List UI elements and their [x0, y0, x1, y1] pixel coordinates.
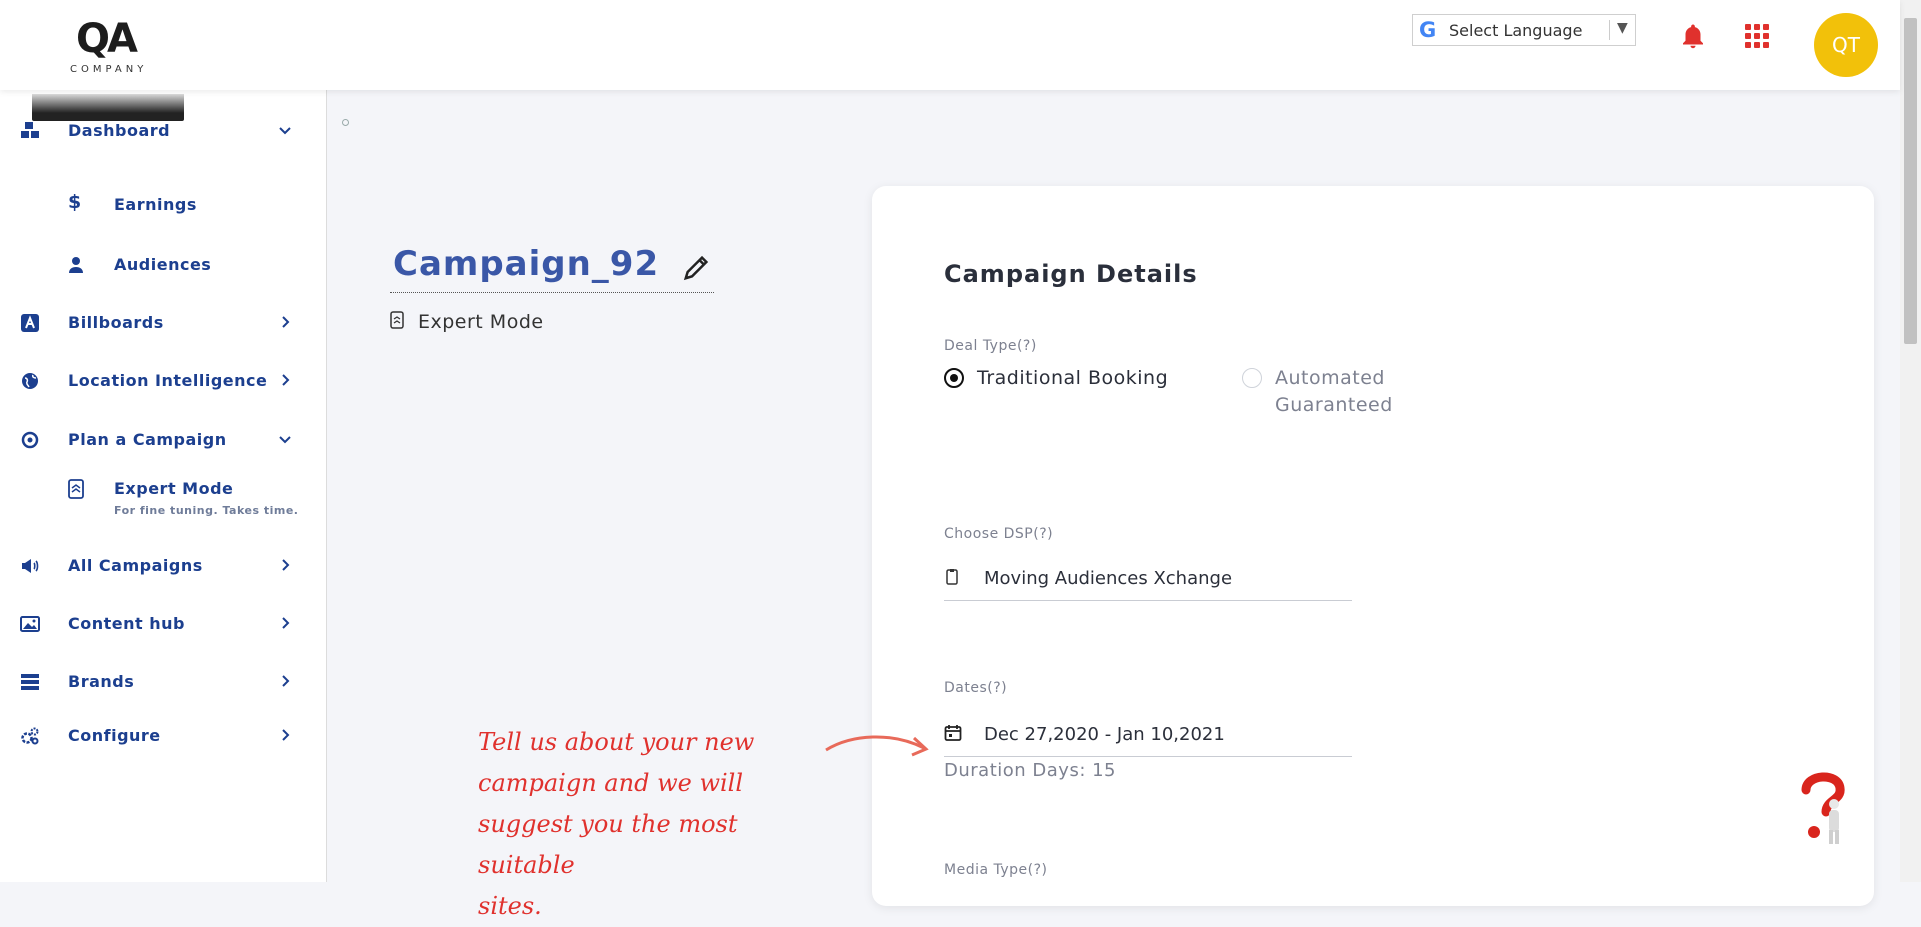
duration-days: Duration Days: 15 — [944, 760, 1117, 781]
sidebar-item-label: Audiences — [114, 255, 212, 274]
media-type-label[interactable]: Media Type(?) — [944, 862, 1048, 878]
gears-icon — [21, 727, 39, 745]
content-divider — [326, 90, 327, 882]
dsp-label[interactable]: Choose DSP(?) — [944, 526, 1053, 542]
sidebar-item-label: Content hub — [68, 614, 185, 633]
dates-value: Dec 27,2020 - Jan 10,2021 — [984, 724, 1225, 745]
sidebar-item-configure[interactable]: Configure — [0, 717, 326, 753]
cubes-icon — [21, 122, 39, 138]
bell-icon[interactable] — [1678, 22, 1708, 52]
chevron-right-icon — [282, 675, 290, 687]
sidebar-item-plan-a-campaign[interactable]: Plan a Campaign — [0, 421, 326, 457]
sidebar-item-label: Plan a Campaign — [68, 430, 227, 449]
globe-icon — [22, 373, 38, 389]
radio-automated-guaranteed[interactable] — [1242, 368, 1262, 388]
company-logo[interactable]: QA COMPANY — [30, 14, 185, 121]
sidebar-item-brands[interactable]: Brands — [0, 663, 326, 699]
logo-mark: QA — [76, 16, 138, 62]
chevron-right-icon — [282, 559, 290, 571]
top-bar: QA COMPANY G Select Language ▼ QT — [0, 0, 1900, 121]
calendar-icon — [944, 725, 962, 741]
sidebar-item-label: Configure — [68, 726, 161, 745]
google-icon: G — [1419, 18, 1437, 42]
dsp-value: Moving Audiences Xchange — [984, 568, 1233, 589]
sidebar-item-label: Expert Mode — [114, 479, 234, 498]
logo-strip — [32, 94, 184, 121]
sidebar: Dashboard $ Earnings Audiences Billboard… — [0, 90, 327, 882]
language-label: Select Language — [1449, 21, 1583, 40]
curved-arrow-icon — [825, 735, 929, 757]
dollar-icon: $ — [68, 191, 82, 213]
chevron-right-icon — [282, 374, 290, 386]
dropdown-arrow-icon: ▼ — [1617, 20, 1628, 36]
apps-grid-icon[interactable] — [1745, 24, 1771, 50]
sidebar-item-label: Earnings — [114, 195, 197, 214]
sidebar-item-all-campaigns[interactable]: All Campaigns — [0, 547, 326, 583]
scrollbar-thumb[interactable] — [1904, 18, 1917, 344]
hint-line: suggest you the most suitable — [478, 810, 738, 879]
option-automated[interactable]: Automated — [1275, 367, 1385, 389]
sidebar-item-label: Dashboard — [68, 121, 171, 140]
expert-mode-icon — [68, 479, 84, 499]
chevron-right-icon — [282, 617, 290, 629]
collapse-handle[interactable] — [342, 119, 349, 126]
image-icon — [20, 616, 40, 632]
billboard-icon — [21, 314, 39, 332]
hint-line: Tell us about your new — [478, 728, 755, 756]
campaign-details-card: Campaign Details Deal Type(?) Traditiona… — [872, 186, 1874, 906]
brands-icon — [21, 674, 39, 690]
dates-field[interactable]: Dec 27,2020 - Jan 10,2021 — [944, 712, 1352, 757]
user-icon — [69, 257, 83, 273]
target-icon — [21, 431, 39, 449]
sidebar-item-billboards[interactable]: Billboards — [0, 304, 326, 340]
user-avatar[interactable]: QT — [1814, 13, 1878, 77]
sidebar-item-label: All Campaigns — [68, 556, 203, 575]
language-separator — [1609, 20, 1610, 40]
pencil-icon[interactable] — [682, 252, 712, 282]
sidebar-item-description: For fine tuning. Takes time. — [114, 504, 299, 517]
sidebar-item-location-intelligence[interactable]: Location Intelligence — [0, 362, 326, 398]
sidebar-item-expert-mode[interactable]: Expert Mode For fine tuning. Takes time. — [0, 470, 326, 526]
megaphone-icon — [22, 559, 39, 573]
dates-label[interactable]: Dates(?) — [944, 680, 1007, 696]
sidebar-item-audiences[interactable]: Audiences — [0, 246, 326, 282]
sidebar-item-label: Brands — [68, 672, 135, 691]
help-icon[interactable] — [1798, 770, 1850, 846]
deal-type-label[interactable]: Deal Type(?) — [944, 338, 1037, 354]
option-traditional-booking[interactable]: Traditional Booking — [977, 367, 1168, 389]
sidebar-item-earnings[interactable]: $ Earnings — [0, 186, 326, 222]
expert-mode-icon — [390, 311, 404, 329]
clipboard-icon — [946, 569, 958, 585]
campaign-title[interactable]: Campaign_92 — [393, 244, 659, 284]
radio-traditional-booking[interactable] — [944, 368, 964, 388]
hint-line: sites. — [478, 892, 542, 920]
sidebar-item-content-hub[interactable]: Content hub — [0, 605, 326, 641]
hint-note: Tell us about your new campaign and we w… — [478, 722, 838, 927]
sidebar-item-label: Billboards — [68, 313, 164, 332]
title-underline — [390, 292, 714, 293]
chevron-right-icon — [282, 729, 290, 741]
chevron-down-icon — [279, 127, 291, 135]
option-guaranteed[interactable]: Guaranteed — [1275, 394, 1393, 416]
logo-subtitle: COMPANY — [70, 64, 148, 75]
hint-line: campaign and we will — [478, 769, 744, 797]
mode-label: Expert Mode — [418, 311, 544, 333]
chevron-down-icon — [279, 436, 291, 444]
sidebar-item-label: Location Intelligence — [68, 371, 268, 390]
chevron-right-icon — [282, 316, 290, 328]
card-title: Campaign Details — [944, 260, 1198, 288]
dsp-field[interactable]: Moving Audiences Xchange — [944, 556, 1352, 601]
language-selector[interactable]: G Select Language ▼ — [1412, 14, 1636, 46]
